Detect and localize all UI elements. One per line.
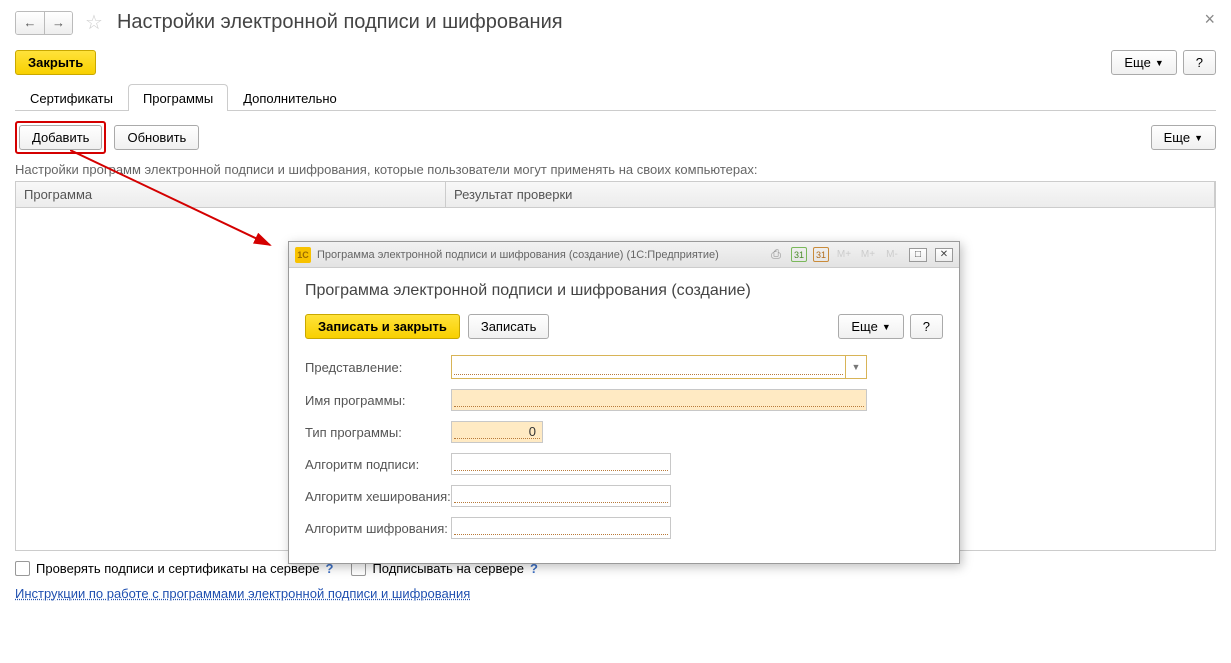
program-type-input[interactable]: 0 (451, 421, 543, 443)
memory-icon[interactable]: М+ (835, 246, 853, 264)
dialog-help-button[interactable]: ? (910, 314, 943, 339)
add-button[interactable]: Добавить (19, 125, 102, 150)
toolbar-more-button[interactable]: Еще ▼ (1151, 125, 1216, 150)
presentation-label: Представление: (305, 360, 451, 375)
tabs: Сертификаты Программы Дополнительно (15, 83, 1216, 111)
dialog-titlebar-text: Программа электронной подписи и шифрован… (317, 249, 719, 261)
hash-alg-label: Алгоритм хеширования: (305, 489, 451, 504)
tab-programs[interactable]: Программы (128, 84, 228, 111)
tab-certificates[interactable]: Сертификаты (15, 84, 128, 111)
toolbar-more-label: Еще (1164, 130, 1190, 145)
nav-forward-button[interactable]: → (44, 12, 72, 34)
check-server-checkbox[interactable] (15, 561, 30, 576)
favorite-star-icon[interactable]: ☆ (85, 10, 103, 35)
memory-icon[interactable]: М- (883, 246, 901, 264)
tab-additional[interactable]: Дополнительно (228, 84, 352, 111)
more-label: Еще (1124, 55, 1150, 70)
chevron-down-icon: ▼ (852, 362, 861, 372)
memory-icon[interactable]: М+ (859, 246, 877, 264)
app-1c-icon: 1C (295, 247, 311, 263)
toolbar-print-icon[interactable]: ⎙ (767, 246, 785, 264)
column-program[interactable]: Программа (16, 182, 446, 207)
hint-text: Настройки программ электронной подписи и… (15, 162, 1216, 177)
create-program-dialog: 1C Программа электронной подписи и шифро… (288, 241, 960, 564)
sign-alg-input[interactable] (451, 453, 671, 475)
hash-alg-input[interactable] (451, 485, 671, 507)
dialog-titlebar[interactable]: 1C Программа электронной подписи и шифро… (289, 242, 959, 268)
check-server-label: Проверять подписи и сертификаты на серве… (36, 561, 319, 576)
save-and-close-button[interactable]: Записать и закрыть (305, 314, 460, 339)
help-button[interactable]: ? (1183, 50, 1216, 75)
calendar-orange-icon[interactable]: 31 (813, 247, 829, 262)
presentation-select: ▼ (451, 355, 867, 379)
dialog-more-label: Еще (851, 319, 877, 334)
nav-back-button[interactable]: ← (16, 12, 44, 34)
chevron-down-icon: ▼ (1155, 58, 1164, 68)
presentation-input[interactable] (452, 356, 846, 378)
refresh-button[interactable]: Обновить (114, 125, 199, 150)
add-button-highlight: Добавить (15, 121, 106, 154)
chevron-down-icon: ▼ (882, 322, 891, 332)
close-button[interactable]: Закрыть (15, 50, 96, 75)
dialog-title: Программа электронной подписи и шифрован… (305, 282, 943, 300)
sign-alg-label: Алгоритм подписи: (305, 457, 451, 472)
program-type-label: Тип программы: (305, 425, 451, 440)
dialog-more-button[interactable]: Еще ▼ (838, 314, 903, 339)
enc-alg-input[interactable] (451, 517, 671, 539)
save-button[interactable]: Записать (468, 314, 550, 339)
enc-alg-label: Алгоритм шифрования: (305, 521, 451, 536)
dialog-close-button[interactable]: ✕ (935, 248, 953, 262)
dialog-maximize-button[interactable]: □ (909, 248, 927, 262)
more-button[interactable]: Еще ▼ (1111, 50, 1176, 75)
program-name-label: Имя программы: (305, 393, 451, 408)
close-icon[interactable]: × (1198, 8, 1221, 31)
column-result[interactable]: Результат проверки (446, 182, 1215, 207)
nav-buttons: ← → (15, 11, 73, 35)
page-title: Настройки электронной подписи и шифрован… (117, 11, 563, 34)
program-name-input[interactable] (451, 389, 867, 411)
instructions-link[interactable]: Инструкции по работе с программами элект… (15, 586, 470, 601)
presentation-dropdown-button[interactable]: ▼ (846, 356, 866, 378)
calendar-green-icon[interactable]: 31 (791, 247, 807, 262)
chevron-down-icon: ▼ (1194, 133, 1203, 143)
